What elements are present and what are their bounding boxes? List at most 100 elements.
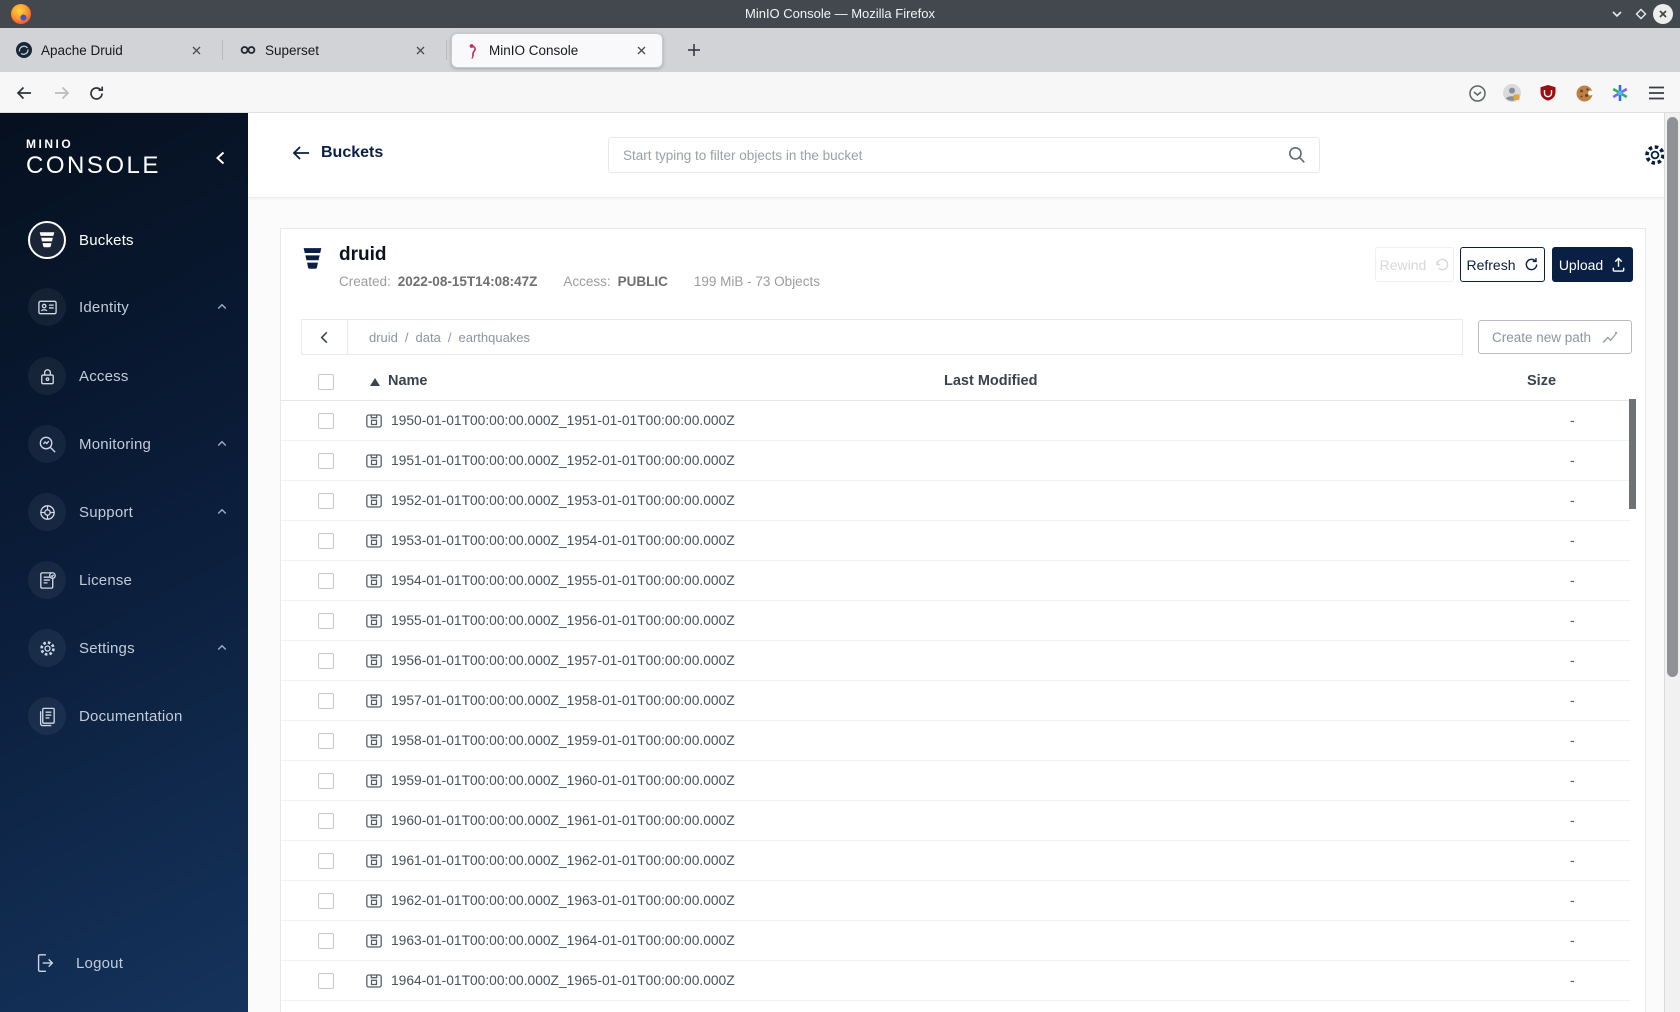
object-name[interactable]: 1952-01-01T00:00:00.000Z_1953-01-01T00:0… [391,493,735,508]
object-name[interactable]: 1959-01-01T00:00:00.000Z_1960-01-01T00:0… [391,773,735,788]
object-size: - [1570,693,1575,708]
object-name[interactable]: 1956-01-01T00:00:00.000Z_1957-01-01T00:0… [391,653,735,668]
upload-button[interactable]: Upload [1552,247,1633,282]
table-row[interactable]: 1961-01-01T00:00:00.000Z_1962-01-01T00:0… [281,841,1630,881]
table-row[interactable]: 1958-01-01T00:00:00.000Z_1959-01-01T00:0… [281,721,1630,761]
tab-apache-druid[interactable]: Apache Druid [4,28,217,72]
row-checkbox[interactable] [318,893,334,909]
create-new-path-button[interactable]: Create new path [1478,320,1632,354]
tab-close-icon[interactable] [633,42,650,59]
back-navigation-icon[interactable] [13,82,35,104]
object-name[interactable]: 1953-01-01T00:00:00.000Z_1954-01-01T00:0… [391,533,735,548]
object-name[interactable]: 1964-01-01T00:00:00.000Z_1965-01-01T00:0… [391,973,735,988]
row-checkbox[interactable] [318,933,334,949]
object-name[interactable]: 1961-01-01T00:00:00.000Z_1962-01-01T00:0… [391,853,735,868]
window-maximize-button[interactable] [1631,4,1651,24]
table-row[interactable]: 1959-01-01T00:00:00.000Z_1960-01-01T00:0… [281,761,1630,801]
row-checkbox[interactable] [318,653,334,669]
breadcrumb-segment[interactable]: earthquakes [458,330,530,345]
window-minimize-button[interactable] [1607,4,1627,24]
tab-superset[interactable]: Superset [228,28,441,72]
row-checkbox[interactable] [318,733,334,749]
upload-label: Upload [1558,256,1604,273]
sidebar-item-support[interactable]: Support [0,484,248,540]
row-checkbox[interactable] [318,973,334,989]
object-name[interactable]: 1962-01-01T00:00:00.000Z_1963-01-01T00:0… [391,893,735,908]
object-name[interactable]: 1957-01-01T00:00:00.000Z_1958-01-01T00:0… [391,693,735,708]
column-header-size[interactable]: Size [1527,373,1556,389]
object-name[interactable]: 1955-01-01T00:00:00.000Z_1956-01-01T00:0… [391,613,735,628]
sidebar-collapse-icon[interactable] [212,149,230,167]
table-row[interactable]: 1953-01-01T00:00:00.000Z_1954-01-01T00:0… [281,521,1630,561]
row-checkbox[interactable] [318,853,334,869]
table-row[interactable]: 1960-01-01T00:00:00.000Z_1961-01-01T00:0… [281,801,1630,841]
row-checkbox[interactable] [318,773,334,789]
object-name[interactable]: 1958-01-01T00:00:00.000Z_1959-01-01T00:0… [391,733,735,748]
refresh-button[interactable]: Refresh [1460,247,1545,282]
object-prefix-icon [365,452,383,470]
table-row[interactable]: 1950-01-01T00:00:00.000Z_1951-01-01T00:0… [281,401,1630,441]
path-back-chevron[interactable] [302,320,348,354]
sidebar-item-access[interactable]: Access [0,348,248,404]
object-name[interactable]: 1960-01-01T00:00:00.000Z_1961-01-01T00:0… [391,813,735,828]
object-name[interactable]: 1963-01-01T00:00:00.000Z_1964-01-01T00:0… [391,933,735,948]
row-checkbox[interactable] [318,493,334,509]
column-header-name[interactable]: Name [388,373,428,389]
asterisk-extension-icon[interactable] [1608,81,1632,105]
table-row[interactable]: 1963-01-01T00:00:00.000Z_1964-01-01T00:0… [281,921,1630,961]
table-row[interactable]: 1952-01-01T00:00:00.000Z_1953-01-01T00:0… [281,481,1630,521]
row-checkbox[interactable] [318,613,334,629]
row-checkbox[interactable] [318,573,334,589]
row-checkbox[interactable] [318,693,334,709]
rewind-button[interactable]: Rewind [1375,247,1454,282]
sidebar-item-buckets[interactable]: Buckets [0,212,248,268]
sidebar-item-settings[interactable]: Settings [0,620,248,676]
column-header-last-modified[interactable]: Last Modified [944,373,1037,389]
sidebar-item-documentation[interactable]: Documentation [0,688,248,744]
reload-icon[interactable] [85,82,107,104]
row-checkbox[interactable] [318,453,334,469]
object-name[interactable]: 1951-01-01T00:00:00.000Z_1952-01-01T00:0… [391,453,735,468]
table-row[interactable]: 1964-01-01T00:00:00.000Z_1965-01-01T00:0… [281,961,1630,1001]
tab-minio-console[interactable]: MinIO Console [451,33,663,68]
tab-close-icon[interactable] [188,42,205,59]
sidebar-item-logout[interactable]: Logout [0,935,248,991]
hamburger-menu-icon[interactable] [1644,81,1668,105]
ublock-extension-icon[interactable] [1536,81,1560,105]
object-name[interactable]: 1954-01-01T00:00:00.000Z_1955-01-01T00:0… [391,573,735,588]
pocket-extension-icon[interactable] [1465,81,1489,105]
account-avatar-icon[interactable] [1500,81,1524,105]
table-row[interactable]: 1962-01-01T00:00:00.000Z_1963-01-01T00:0… [281,881,1630,921]
select-all-checkbox[interactable] [318,374,334,390]
caret-up-icon [216,301,228,313]
sidebar-item-identity[interactable]: Identity [0,279,248,335]
back-to-buckets-button[interactable]: Buckets [292,144,383,162]
forward-navigation-icon[interactable] [51,82,73,104]
table-row[interactable]: 1951-01-01T00:00:00.000Z_1952-01-01T00:0… [281,441,1630,481]
table-row[interactable]: 1954-01-01T00:00:00.000Z_1955-01-01T00:0… [281,561,1630,601]
sort-ascending-icon[interactable] [370,378,380,386]
window-close-button[interactable] [1653,4,1673,24]
breadcrumb-segment[interactable]: data [416,330,441,345]
search-input[interactable] [609,138,1287,172]
cookie-extension-icon[interactable] [1572,81,1596,105]
search-icon [1288,146,1305,163]
new-tab-button[interactable] [684,40,704,60]
table-scrollbar-thumb[interactable] [1629,399,1636,509]
monitoring-magnifier-icon [28,425,66,463]
breadcrumb-segment[interactable]: druid [369,330,398,345]
sidebar-item-monitoring[interactable]: Monitoring [0,416,248,472]
object-prefix-icon [365,932,383,950]
table-row[interactable]: 1955-01-01T00:00:00.000Z_1956-01-01T00:0… [281,601,1630,641]
row-checkbox[interactable] [318,413,334,429]
row-checkbox[interactable] [318,813,334,829]
window-titlebar: MinIO Console — Mozilla Firefox [0,0,1680,28]
row-checkbox[interactable] [318,533,334,549]
browser-scrollbar-thumb[interactable] [1667,117,1678,677]
sidebar-item-license[interactable]: License [0,552,248,608]
object-size: - [1570,613,1575,628]
table-row[interactable]: 1957-01-01T00:00:00.000Z_1958-01-01T00:0… [281,681,1630,721]
table-row[interactable]: 1956-01-01T00:00:00.000Z_1957-01-01T00:0… [281,641,1630,681]
object-name[interactable]: 1950-01-01T00:00:00.000Z_1951-01-01T00:0… [391,413,735,428]
tab-close-icon[interactable] [412,42,429,59]
